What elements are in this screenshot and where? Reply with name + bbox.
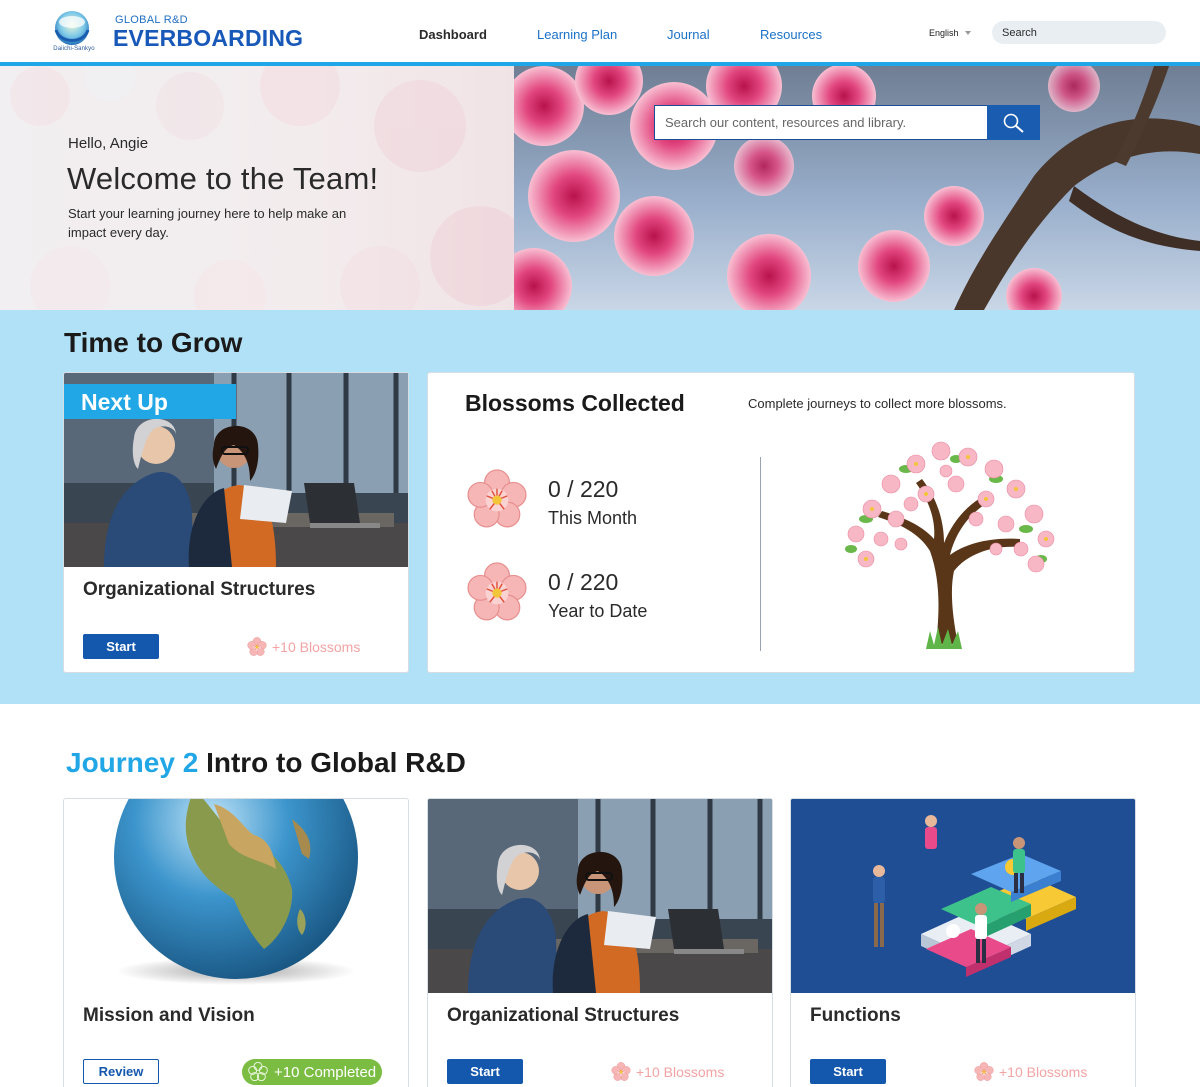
blossoms-subtitle: Complete journeys to collect more blosso… <box>748 396 1007 411</box>
hero-description: Start your learning journey here to help… <box>68 206 347 240</box>
completed-text: +10 Completed <box>274 1064 377 1081</box>
section-title: Time to Grow <box>64 327 243 358</box>
hero-banner: Hello, Angie Welcome to the Team! Start … <box>0 66 1200 310</box>
stat-value-month: 0 / 220 <box>548 476 619 502</box>
hero-title: Welcome to the Team! <box>67 161 379 196</box>
reward-text: +10 Blossoms <box>999 1064 1088 1080</box>
blossoms-title: Blossoms Collected <box>465 390 685 416</box>
course-title: Mission and Vision <box>83 1005 255 1026</box>
start-button[interactable]: Start <box>810 1059 886 1084</box>
reward-text: +10 Blossoms <box>636 1064 725 1080</box>
blossom-icon <box>247 637 267 657</box>
brand-name: Daiichi-Sankyo <box>53 46 95 52</box>
nav-journal[interactable]: Journal <box>667 27 710 42</box>
library-search-button[interactable] <box>987 105 1040 140</box>
course-title: Functions <box>810 1005 901 1026</box>
blossom-icon <box>611 1062 631 1082</box>
globe-image <box>114 799 358 985</box>
start-button[interactable]: Start <box>83 634 159 659</box>
top-header: Daiichi-Sankyo GLOBAL R&D EVERBOARDING D… <box>0 0 1200 62</box>
course-title: Organizational Structures <box>83 579 316 600</box>
nav-learning-plan[interactable]: Learning Plan <box>537 27 617 42</box>
search-icon <box>1003 113 1024 133</box>
divider <box>760 457 761 651</box>
puzzle-team-illustration <box>791 799 1135 993</box>
next-up-card[interactable]: Next Up Organizational Structures Start … <box>63 372 409 673</box>
blossom-icon <box>248 1062 268 1082</box>
course-title: Organizational Structures <box>447 1005 680 1026</box>
stat-label-ytd: Year to Date <box>548 601 648 621</box>
stat-label-month: This Month <box>548 508 638 528</box>
journey-title: Intro to Global R&D <box>206 747 466 778</box>
team-meeting-photo <box>428 799 772 993</box>
course-card-org-structures[interactable]: Organizational Structures Start +10 Blos… <box>427 798 773 1087</box>
stat-value-ytd: 0 / 220 <box>548 569 619 595</box>
reward-text: +10 Blossoms <box>272 639 361 655</box>
course-card-functions[interactable]: Functions Start +10 Blossoms <box>790 798 1136 1087</box>
journey-number: Journey 2 <box>66 747 199 778</box>
course-image <box>791 799 1135 993</box>
review-button[interactable]: Review <box>83 1059 159 1084</box>
course-card-mission[interactable]: Mission and Vision Review +10 Completed <box>63 798 409 1087</box>
blossom-tree-icon <box>845 441 1055 649</box>
greeting-text: Hello, Angie <box>68 135 149 152</box>
time-to-grow-section: Time to Grow Next Up Organizational Stru… <box>0 310 1200 704</box>
course-image <box>428 799 772 993</box>
library-search-input[interactable] <box>654 105 988 140</box>
blossoms-collected-card: Blossoms Collected Complete journeys to … <box>427 372 1135 673</box>
header-search-input[interactable] <box>992 21 1166 44</box>
blossom-icon <box>466 562 528 624</box>
course-image <box>64 799 408 993</box>
blossom-icon <box>466 469 528 531</box>
language-selector[interactable]: English <box>929 28 959 38</box>
chevron-down-icon[interactable] <box>965 31 971 35</box>
blossom-icon <box>974 1062 994 1082</box>
logo-title[interactable]: EVERBOARDING <box>113 25 303 52</box>
cherry-blossom-image <box>514 66 1200 310</box>
nav-resources[interactable]: Resources <box>760 27 822 42</box>
journey-heading: Journey 2 Intro to Global R&D <box>66 747 466 779</box>
start-button[interactable]: Start <box>447 1059 523 1084</box>
hero-cherry-blossom-photo <box>514 66 1200 310</box>
nav-dashboard[interactable]: Dashboard <box>419 27 487 42</box>
completed-badge: +10 Completed <box>242 1059 382 1085</box>
next-up-tag: Next Up <box>64 384 236 419</box>
